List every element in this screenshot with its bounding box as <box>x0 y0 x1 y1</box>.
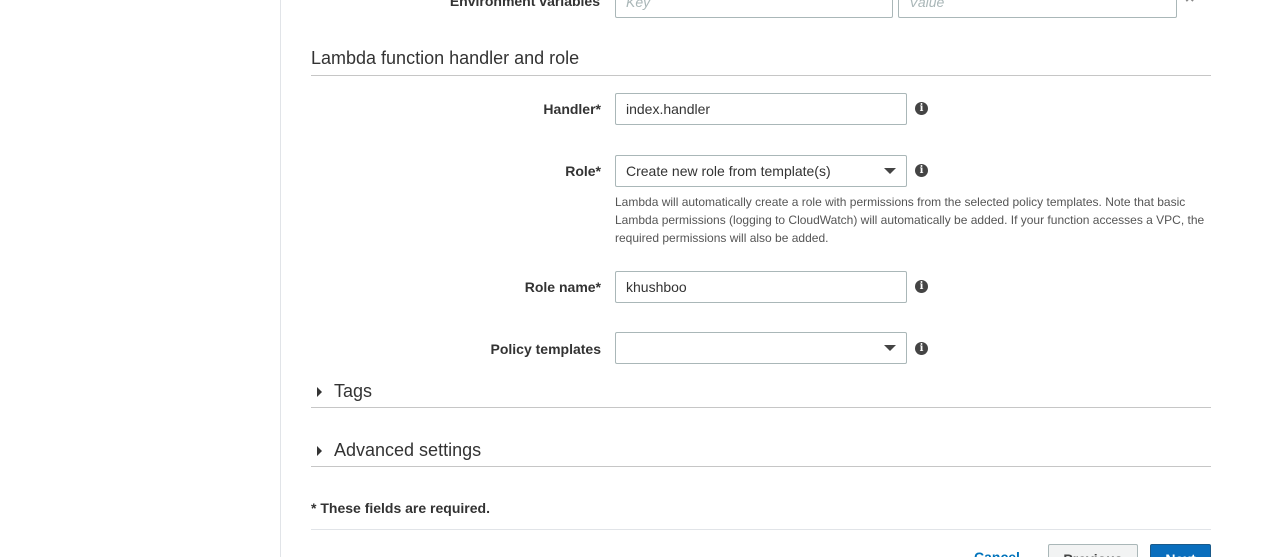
role-name-label: Role name* <box>524 279 601 295</box>
footer-divider <box>311 529 1211 530</box>
lambda-config-form: Environment variables Key Value × Lambda… <box>311 0 1211 557</box>
handler-input[interactable]: index.handler <box>615 93 907 125</box>
previous-button[interactable]: Previous <box>1048 544 1138 557</box>
chevron-down-icon <box>884 345 896 351</box>
tags-divider <box>311 407 1211 408</box>
info-icon[interactable]: i <box>915 164 928 177</box>
role-select[interactable]: Create new role from template(s) <box>615 155 907 187</box>
advanced-settings-toggle[interactable]: Advanced settings <box>311 440 1211 461</box>
role-name-input[interactable]: khushboo <box>615 271 907 303</box>
advanced-settings-label: Advanced settings <box>334 440 482 460</box>
next-button[interactable]: Next <box>1150 544 1211 557</box>
tags-label: Tags <box>334 381 373 401</box>
policy-templates-label: Policy templates <box>490 341 602 357</box>
section-divider <box>311 75 1211 76</box>
info-icon[interactable]: i <box>915 102 928 115</box>
env-key-input[interactable]: Key <box>615 0 893 18</box>
role-label: Role* <box>565 163 601 179</box>
left-sidebar <box>0 0 281 557</box>
handler-label: Handler* <box>543 101 601 117</box>
advanced-settings-section[interactable]: Advanced settings <box>311 440 1211 461</box>
info-icon[interactable]: i <box>915 342 928 355</box>
cancel-button[interactable]: Cancel <box>974 549 1020 557</box>
env-value-input[interactable]: Value <box>898 0 1177 18</box>
env-vars-label: Environment variables <box>449 0 600 9</box>
role-help-text: Lambda will automatically create a role … <box>615 195 1205 245</box>
chevron-right-icon <box>317 446 322 456</box>
chevron-down-icon <box>884 168 896 174</box>
section-title: Lambda function handler and role <box>311 48 580 68</box>
info-icon[interactable]: i <box>915 280 928 293</box>
required-fields-note: * These fields are required. <box>311 500 490 516</box>
close-icon[interactable]: × <box>1185 0 1197 7</box>
tags-section[interactable]: Tags <box>311 381 1211 402</box>
role-select-value: Create new role from template(s) <box>626 163 831 179</box>
advanced-divider <box>311 466 1211 467</box>
chevron-right-icon <box>317 387 322 397</box>
tags-toggle[interactable]: Tags <box>311 381 1211 402</box>
policy-templates-select[interactable] <box>615 332 907 364</box>
